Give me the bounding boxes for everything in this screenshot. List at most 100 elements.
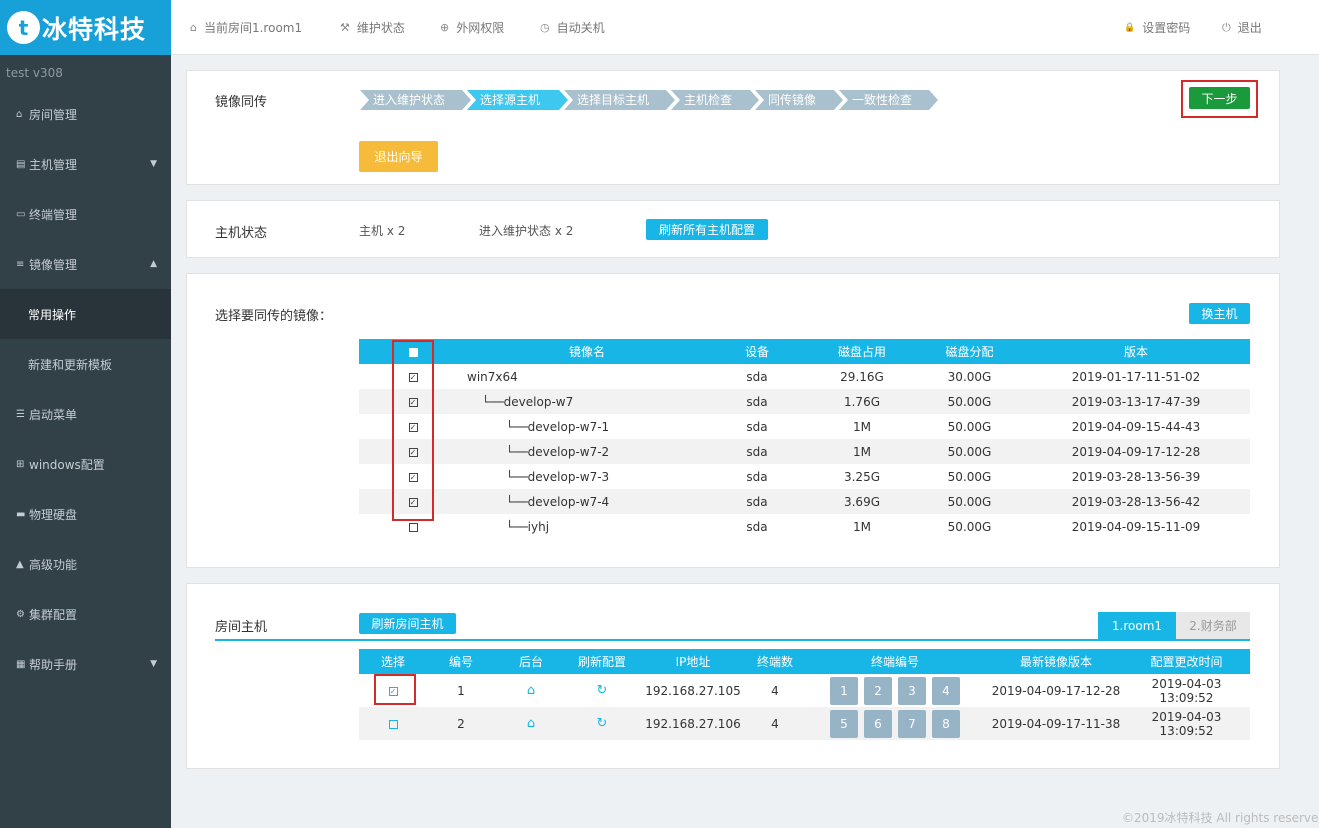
table-row: └──iyhj sda 1M 50.00G 2019-04-09-15-11-0… (359, 514, 1250, 539)
home-icon[interactable]: ⌂ (527, 683, 535, 698)
cell-version: 2019-03-28-13-56-42 (1022, 489, 1250, 514)
highlight-box (374, 674, 416, 705)
column-header: 终端编号 (801, 649, 989, 674)
refresh-icon[interactable]: ↻ (597, 683, 608, 698)
windows-icon: ⊞ (16, 458, 25, 470)
image-name: └──develop-w7 (467, 389, 707, 414)
highlight-box (1181, 80, 1258, 118)
column-header: 磁盘占用 (807, 339, 917, 364)
column-header: 磁盘分配 (917, 339, 1022, 364)
column-header: 配置更改时间 (1123, 649, 1250, 674)
clock-icon: ◷ (540, 21, 550, 34)
power-icon: ⏻ (1222, 20, 1231, 34)
tab-room1[interactable]: 1.room1 (1098, 612, 1176, 639)
terminal-button[interactable]: 3 (898, 676, 926, 705)
sidebar-item-terminals[interactable]: ▭ 终端管理 (0, 189, 171, 239)
terminal-button[interactable]: 4 (932, 676, 960, 705)
switch-host-button[interactable]: 换主机 (1189, 303, 1250, 324)
sidebar-item-label: 启动菜单 (29, 407, 78, 422)
wrench-icon: ⚒ (340, 21, 350, 34)
row-checkbox[interactable] (388, 719, 398, 729)
cell-terminals: 4 (749, 707, 801, 740)
sidebar-item-hosts[interactable]: ▤ 主机管理 ▼ (0, 139, 171, 189)
cell-version: 2019-04-09-15-44-43 (1071, 419, 1201, 434)
cell-used: 3.25G (843, 469, 881, 484)
wizard-step: 一致性检查 (839, 90, 938, 110)
image-table: 镜像名 设备 磁盘占用 磁盘分配 版本 ✓ win7x64 sda 29.16G… (359, 339, 1250, 539)
top-bar: t 冰特科技 ⌂ 当前房间1.room1 ⚒ 维护状态 ⊕ 外网权限 ◷ 自动关… (0, 0, 1319, 55)
sidebar-item-templates[interactable]: 新建和更新模板 (0, 339, 171, 389)
cell-alloc: 50.00G (917, 389, 1022, 414)
sidebar-item-label: 主机管理 (29, 157, 78, 172)
table-row: ✓ └──develop-w7-2 sda 1M 50.00G 2019-04-… (359, 439, 1250, 464)
sidebar-item-cluster[interactable]: ⚙ 集群配置 (0, 589, 171, 639)
host-status-title: 主机状态 (215, 226, 268, 241)
column-header: 最新镜像版本 (989, 649, 1123, 674)
brand-logo[interactable]: t 冰特科技 (0, 0, 171, 55)
column-header: 终端数 (749, 649, 801, 674)
sidebar-item-advanced[interactable]: ▲ 高级功能 (0, 539, 171, 589)
sidebar-item-rooms[interactable]: ⌂ 房间管理 (0, 89, 171, 139)
chevron-up-icon: ▲ (150, 259, 157, 269)
cell-alloc: 50.00G (917, 439, 1022, 464)
nav-internet[interactable]: ⊕ 外网权限 (440, 0, 504, 55)
tab-finance[interactable]: 2.财务部 (1176, 612, 1250, 639)
terminal-button[interactable]: 1 (830, 676, 858, 705)
refresh-room-hosts-button[interactable]: 刷新房间主机 (359, 613, 456, 634)
row-checkbox[interactable] (408, 522, 418, 532)
cell-alloc: 50.00G (947, 519, 992, 534)
sidebar-item-common-ops[interactable]: 常用操作 (0, 289, 171, 339)
cell-no: 1 (457, 683, 465, 698)
table-row: ✓ └──develop-w7 sda 1.76G 50.00G 2019-03… (359, 389, 1250, 414)
cell-device: sda (707, 489, 807, 514)
nav-maintenance[interactable]: ⚒ 维护状态 (340, 0, 405, 55)
cell-device: sda (746, 519, 768, 534)
maintenance-count: 进入维护状态 x 2 (479, 224, 574, 238)
column-header: 刷新配置 (567, 649, 637, 674)
book-icon: ▦ (16, 658, 26, 670)
cell-alloc: 50.00G (947, 419, 992, 434)
column-header: 后台 (495, 649, 567, 674)
chevron-down-icon: ▼ (150, 659, 157, 669)
sidebar-item-windows[interactable]: ⊞ windows配置 (0, 439, 171, 489)
sidebar-item-label: 常用操作 (28, 307, 77, 322)
wizard-step-active: 选择源主机 (467, 90, 568, 110)
sidebar-item-label: 房间管理 (29, 107, 78, 122)
sidebar-item-images[interactable]: ≡ 镜像管理 ▲ (0, 239, 171, 289)
terminal-button[interactable]: 2 (864, 676, 892, 705)
sidebar-item-label: 高级功能 (29, 557, 78, 572)
wizard-step: 选择目标主机 (564, 90, 675, 110)
warning-icon: ▲ (16, 558, 24, 570)
sidebar-item-disks[interactable]: ▬ 物理硬盘 (0, 489, 171, 539)
wizard-step: 主机检查 (671, 90, 759, 110)
cell-terminals: 4 (771, 683, 779, 698)
cell-device: sda (707, 439, 807, 464)
nav-auto-shutdown[interactable]: ◷ 自动关机 (540, 0, 605, 55)
nav-label: 自动关机 (556, 21, 605, 35)
terminal-button[interactable]: 6 (864, 709, 892, 738)
column-header: 编号 (427, 649, 495, 674)
nav-label: 当前房间1.room1 (203, 21, 303, 35)
refresh-all-hosts-button[interactable]: 刷新所有主机配置 (646, 219, 768, 240)
cell-version: 2019-03-28-13-56-39 (1071, 469, 1201, 484)
terminal-button[interactable]: 5 (830, 709, 858, 738)
table-row: ✓ └──develop-w7-4 sda 3.69G 50.00G 2019-… (359, 489, 1250, 514)
cell-device: sda (746, 469, 768, 484)
refresh-icon[interactable]: ↻ (597, 716, 608, 731)
home-icon[interactable]: ⌂ (527, 716, 535, 731)
wizard-panel (186, 70, 1280, 185)
exit-wizard-button[interactable]: 退出向导 (359, 141, 438, 172)
image-select-title: 选择要同传的镜像： (215, 309, 333, 324)
nav-current-room[interactable]: ⌂ 当前房间1.room1 (190, 0, 302, 55)
server-icon: ▤ (16, 158, 26, 170)
sidebar-item-boot-menu[interactable]: ☰ 启动菜单 (0, 389, 171, 439)
nav-set-password[interactable]: 🔒 设置密码 (1124, 0, 1190, 55)
nav-logout[interactable]: ⏻ 退出 (1222, 0, 1262, 55)
terminal-button[interactable]: 8 (932, 709, 960, 738)
database-icon: ≡ (16, 258, 25, 270)
table-row: 2 ⌂ ↻ 192.168.27.106 4 5678 2019-04-09-1… (359, 707, 1250, 740)
wizard-step: 进入维护状态 (360, 90, 471, 110)
column-header: 设备 (707, 339, 807, 364)
terminal-button[interactable]: 7 (898, 709, 926, 738)
sidebar-item-help[interactable]: ▦ 帮助手册 ▼ (0, 639, 171, 689)
